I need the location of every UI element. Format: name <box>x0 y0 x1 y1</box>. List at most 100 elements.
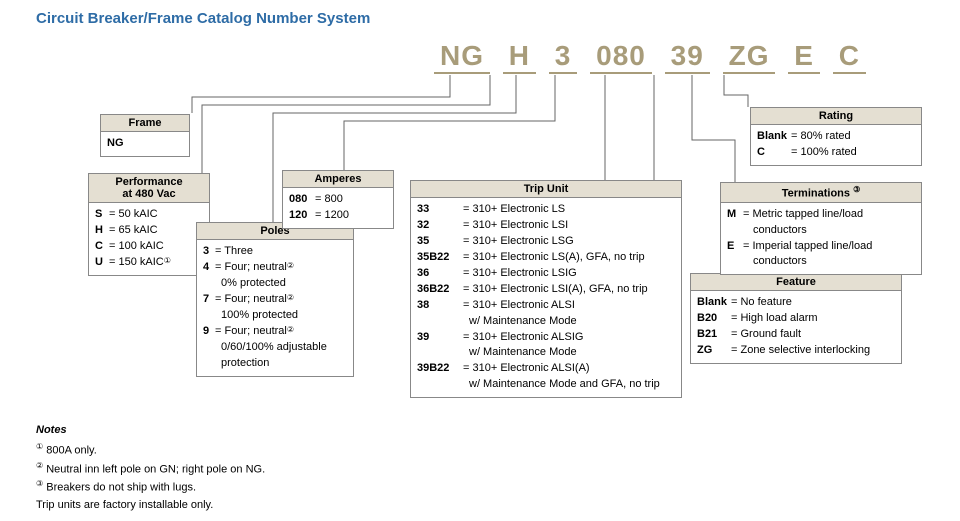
footnote-ref: ② <box>287 260 294 276</box>
terminations-box: Terminations ③ M= Metric tapped line/loa… <box>720 182 922 275</box>
perf-code: C <box>95 239 109 255</box>
seg-trip: 39 <box>665 40 710 74</box>
trip-text: = 310+ Electronic LS(A), GFA, no trip <box>463 250 645 266</box>
feature-code: Blank <box>697 295 731 311</box>
page-title: Circuit Breaker/Frame Catalog Number Sys… <box>36 10 370 27</box>
trip-text: = 310+ Electronic ALSI <box>463 298 575 314</box>
poles-sub: 0/60/100% adjustable protection <box>203 340 347 372</box>
seg-frame: NG <box>434 40 490 74</box>
frame-value: NG <box>107 137 124 149</box>
rating-text: = 80% rated <box>791 129 851 145</box>
perf-text: = 65 kAIC <box>109 223 158 239</box>
footnote-text: Breakers do not ship with lugs. <box>46 482 196 494</box>
trip-code: 38 <box>417 298 463 314</box>
trip-sub: w/ Maintenance Mode and GFA, no trip <box>417 377 675 393</box>
poles-text: = Three <box>215 244 253 260</box>
feature-text: = Zone selective interlocking <box>731 343 870 359</box>
poles-code: 3 <box>203 244 215 260</box>
amp-text: = 1200 <box>315 208 349 224</box>
footnote-num: ③ <box>36 479 43 488</box>
amp-code: 080 <box>289 192 315 208</box>
footnote-ref: ① <box>164 255 171 271</box>
seg-rating: C <box>833 40 866 74</box>
trip-text: = 310+ Electronic ALSIG <box>463 330 583 346</box>
footnote-ref: ② <box>287 292 294 308</box>
term-text: = Metric tapped line/load <box>743 207 863 223</box>
term-text: = Imperial tapped line/load <box>743 239 872 255</box>
frame-head: Frame <box>101 115 189 132</box>
feature-code: B20 <box>697 311 731 327</box>
catalog-number: NG H 3 080 39 ZG E C <box>432 40 868 74</box>
feature-text: = Ground fault <box>731 327 801 343</box>
notes-head: Notes <box>36 422 265 439</box>
footnote-num: ① <box>36 442 43 451</box>
trip-text: = 310+ Electronic LSIG <box>463 266 577 282</box>
rating-box: Rating Blank= 80% rated C= 100% rated <box>750 107 922 166</box>
frame-box: Frame NG <box>100 114 190 157</box>
trip-code: 39B22 <box>417 361 463 377</box>
poles-text: = Four; neutral <box>215 324 287 340</box>
trip-code: 35 <box>417 234 463 250</box>
rating-code: Blank <box>757 129 791 145</box>
poles-text: = Four; neutral <box>215 292 287 308</box>
trip-text: = 310+ Electronic LSI(A), GFA, no trip <box>463 282 648 298</box>
term-code: M <box>727 207 743 223</box>
trip-text: = 310+ Electronic LSI <box>463 218 568 234</box>
trip-sub: w/ Maintenance Mode <box>417 345 675 361</box>
perf-text: = 50 kAIC <box>109 207 158 223</box>
amperes-box: Amperes 080= 800 120= 1200 <box>282 170 394 229</box>
perf-code: H <box>95 223 109 239</box>
seg-performance: H <box>503 40 536 74</box>
perf-code: S <box>95 207 109 223</box>
footnote-text: 800A only. <box>46 445 97 457</box>
rating-code: C <box>757 145 791 161</box>
perf-text: = 100 kAIC <box>109 239 164 255</box>
feature-text: = High load alarm <box>731 311 818 327</box>
performance-box: Performance at 480 Vac S= 50 kAIC H= 65 … <box>88 173 210 276</box>
trip-code: 35B22 <box>417 250 463 266</box>
footnote-num: ② <box>36 461 43 470</box>
seg-amperes: 080 <box>590 40 652 74</box>
rating-text: = 100% rated <box>791 145 857 161</box>
amperes-head: Amperes <box>283 171 393 188</box>
term-sub: conductors <box>727 223 915 239</box>
rating-head: Rating <box>751 108 921 125</box>
trip-text: = 310+ Electronic LSG <box>463 234 574 250</box>
footnote-text: Neutral inn left pole on GN; right pole … <box>46 463 265 475</box>
term-code: E <box>727 239 743 255</box>
trip-sub: w/ Maintenance Mode <box>417 314 675 330</box>
poles-text: = Four; neutral <box>215 260 287 276</box>
trip-text: = 310+ Electronic LS <box>463 202 565 218</box>
trip-text: = 310+ Electronic ALSI(A) <box>463 361 590 377</box>
trip-code: 32 <box>417 218 463 234</box>
amp-code: 120 <box>289 208 315 224</box>
amp-text: = 800 <box>315 192 343 208</box>
trip-box: Trip Unit 33= 310+ Electronic LS 32= 310… <box>410 180 682 398</box>
trip-code: 39 <box>417 330 463 346</box>
perf-code: U <box>95 255 109 271</box>
trip-code: 36 <box>417 266 463 282</box>
poles-sub: 0% protected <box>203 276 347 292</box>
feature-code: ZG <box>697 343 731 359</box>
seg-terminations: E <box>788 40 820 74</box>
footnote-ref: ③ <box>853 185 860 194</box>
feature-code: B21 <box>697 327 731 343</box>
poles-box: Poles 3= Three 4= Four; neutral② 0% prot… <box>196 222 354 377</box>
notes-footer: Trip units are factory installable only. <box>36 497 265 514</box>
seg-poles: 3 <box>549 40 578 74</box>
terminations-head: Terminations ③ <box>721 183 921 203</box>
poles-sub: 100% protected <box>203 308 347 324</box>
term-sub: conductors <box>727 254 915 270</box>
poles-code: 4 <box>203 260 215 276</box>
feature-head: Feature <box>691 274 901 291</box>
seg-feature: ZG <box>723 40 776 74</box>
poles-code: 9 <box>203 324 215 340</box>
poles-code: 7 <box>203 292 215 308</box>
footnote-ref: ② <box>287 324 294 340</box>
notes-block: Notes ① 800A only. ② Neutral inn left po… <box>36 422 265 514</box>
trip-head: Trip Unit <box>411 181 681 198</box>
performance-head: Performance at 480 Vac <box>89 174 209 203</box>
feature-text: = No feature <box>731 295 792 311</box>
trip-code: 36B22 <box>417 282 463 298</box>
feature-box: Feature Blank= No feature B20= High load… <box>690 273 902 364</box>
